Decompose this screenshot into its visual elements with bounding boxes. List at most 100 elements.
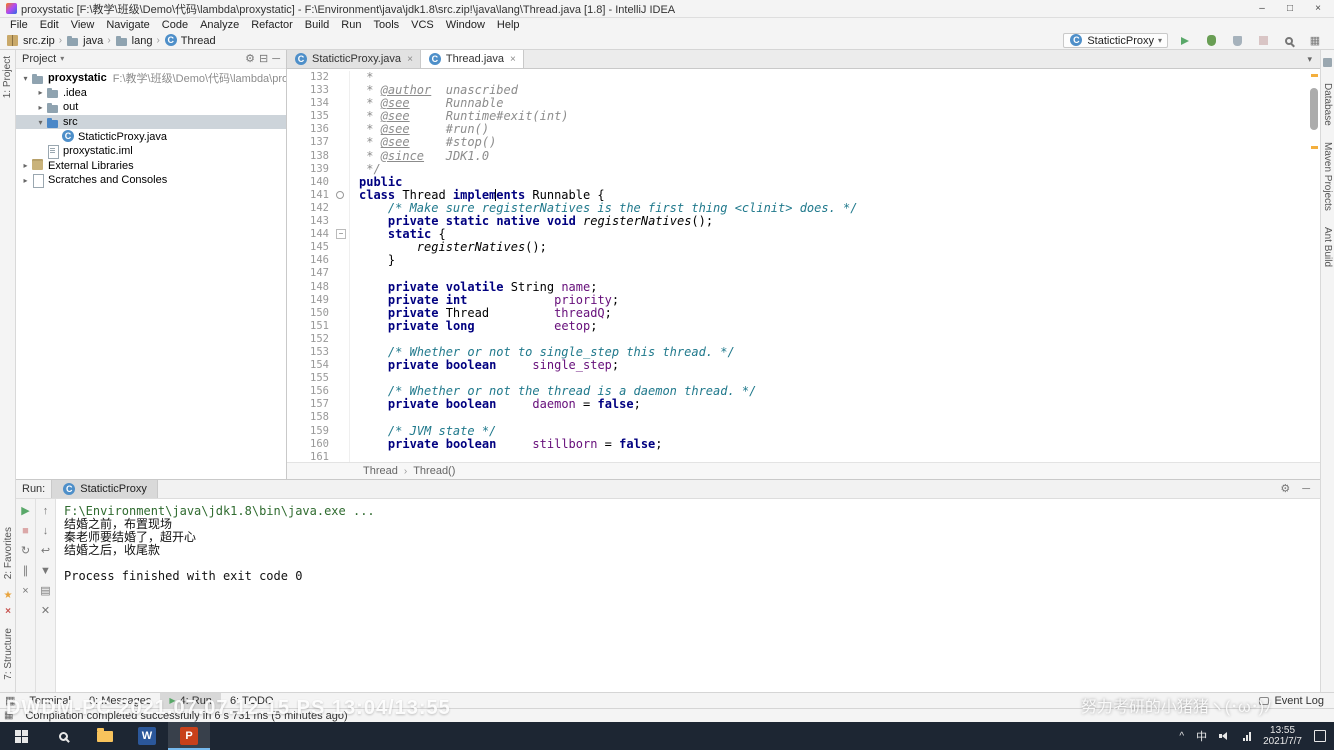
gutter-area[interactable] <box>333 306 350 320</box>
menu-vcs[interactable]: VCS <box>405 19 440 31</box>
gutter-area[interactable] <box>333 175 350 189</box>
stop-button[interactable]: ■ <box>19 524 33 538</box>
line-number[interactable]: 145 <box>287 241 333 254</box>
minimize-button[interactable]: – <box>1248 3 1276 14</box>
breadcrumb-item-thread[interactable]: Thread <box>164 34 216 47</box>
line-number[interactable]: 137 <box>287 136 333 149</box>
gutter-area[interactable] <box>333 188 350 202</box>
line-number[interactable]: 140 <box>287 176 333 189</box>
menu-code[interactable]: Code <box>156 19 194 31</box>
collapse-all-icon[interactable]: ⊟ <box>259 52 268 66</box>
line-number[interactable]: 150 <box>287 307 333 320</box>
line-number[interactable]: 159 <box>287 425 333 438</box>
menu-refactor[interactable]: Refactor <box>245 19 299 31</box>
line-number[interactable]: 151 <box>287 320 333 333</box>
tool-stripe-project[interactable]: 1: Project <box>2 56 13 98</box>
tree-arrow-icon[interactable]: ▸ <box>35 103 46 112</box>
gutter-area[interactable] <box>333 345 350 360</box>
hidden-icons-chevron[interactable]: ^ <box>1179 731 1184 742</box>
stop-button[interactable] <box>1254 33 1272 49</box>
pause-button[interactable]: ∥ <box>19 564 33 578</box>
editor[interactable]: StaticticProxy.java×Thread.java×▾ 132 *1… <box>287 50 1320 479</box>
implement-marker-icon[interactable] <box>336 190 344 199</box>
tree-item-idea[interactable]: ▸ .idea <box>16 86 286 101</box>
line-number[interactable]: 144 <box>287 228 333 241</box>
gutter-area[interactable] <box>333 97 350 111</box>
code-area[interactable]: 132 * 133 * @author unascribed 134 * @see … <box>287 69 1308 462</box>
tool-window-button-6-todo[interactable]: 6: TODO <box>221 693 283 708</box>
gutter-area[interactable] <box>333 437 350 451</box>
fold-icon[interactable]: − <box>336 229 346 240</box>
line-number[interactable]: 148 <box>287 281 333 294</box>
menu-view[interactable]: View <box>65 19 101 31</box>
line-number[interactable]: 142 <box>287 202 333 215</box>
gutter-area[interactable] <box>333 123 350 137</box>
gutter-area[interactable] <box>333 267 350 281</box>
maximize-button[interactable]: □ <box>1276 3 1304 14</box>
gutter-area[interactable] <box>333 398 350 412</box>
gutter-area[interactable] <box>333 359 350 373</box>
line-number[interactable]: 133 <box>287 84 333 97</box>
word-icon[interactable]: W <box>126 722 168 750</box>
tool-window-button-0-messages[interactable]: 0: Messages <box>80 693 160 708</box>
tab-overflow-icon[interactable]: ▾ <box>1299 50 1320 68</box>
gutter-area[interactable] <box>333 201 350 216</box>
breadcrumb-item-src-zip[interactable]: src.zip <box>6 34 55 47</box>
gutter-area[interactable] <box>333 280 350 294</box>
gutter-area[interactable] <box>333 332 350 346</box>
tree-arrow-icon[interactable]: ▾ <box>20 74 31 83</box>
search-button[interactable] <box>42 722 84 750</box>
line-number[interactable]: 146 <box>287 254 333 267</box>
tool-stripe-maven[interactable]: Maven Projects <box>1322 142 1333 211</box>
close-button[interactable]: × <box>19 584 33 598</box>
line-number[interactable]: 149 <box>287 294 333 307</box>
tool-window-button-terminal[interactable]: Terminal <box>20 693 80 708</box>
gutter-area[interactable] <box>333 136 350 150</box>
hide-panel-icon[interactable]: ─ <box>1302 482 1310 496</box>
line-number[interactable]: 156 <box>287 385 333 398</box>
console-output[interactable]: F:\Environment\java\jdk1.8\bin\java.exe … <box>56 499 1320 692</box>
run-config-select[interactable]: StaticticProxy ▾ <box>1063 33 1168 48</box>
start-button[interactable] <box>0 722 42 750</box>
breadcrumb-class[interactable]: Thread <box>363 465 398 477</box>
menu-window[interactable]: Window <box>440 19 491 31</box>
close-button[interactable]: × <box>1304 3 1332 14</box>
gutter-area[interactable]: − <box>333 228 350 242</box>
layout-button[interactable]: ▦ <box>1306 33 1324 49</box>
gutter-area[interactable] <box>333 149 350 163</box>
menu-help[interactable]: Help <box>491 19 526 31</box>
line-number[interactable]: 147 <box>287 267 333 280</box>
gutter-area[interactable] <box>333 411 350 425</box>
editor-tab-thread-java[interactable]: Thread.java × <box>420 50 524 68</box>
breadcrumb-item-java[interactable]: java <box>66 34 103 47</box>
ime-indicator[interactable]: 中 <box>1196 728 1207 744</box>
tool-stripe-ant[interactable]: Ant Build <box>1322 227 1333 267</box>
gutter-area[interactable] <box>333 241 350 255</box>
tree-item-proxystatic[interactable]: ▾ proxystatic F:\教学\班级\Demo\代码\lambda\prox… <box>16 71 286 86</box>
powerpoint-icon[interactable]: P <box>168 722 210 750</box>
taskbar-clock[interactable]: 13:55 2021/7/7 <box>1263 725 1302 747</box>
line-number[interactable]: 152 <box>287 333 333 346</box>
gutter-area[interactable] <box>333 385 350 399</box>
clear-all-button[interactable]: ✕ <box>39 604 53 618</box>
settings-gear-icon[interactable]: ⚙ <box>1280 482 1290 496</box>
hide-panel-icon[interactable]: ─ <box>272 52 280 66</box>
line-number[interactable]: 141 <box>287 189 333 202</box>
close-icon[interactable]: × <box>510 54 516 65</box>
print-button[interactable]: ▤ <box>39 584 53 598</box>
gutter-area[interactable] <box>333 84 350 98</box>
line-number[interactable]: 135 <box>287 110 333 123</box>
tree-item-proxystatic-iml[interactable]: proxystatic.iml <box>16 144 286 159</box>
editor-scrollbar-thumb[interactable] <box>1310 88 1318 130</box>
breadcrumb-item-lang[interactable]: lang <box>115 34 152 47</box>
line-number[interactable]: 161 <box>287 451 333 462</box>
file-explorer-icon[interactable] <box>84 722 126 750</box>
search-everywhere-button[interactable] <box>1280 33 1298 49</box>
gutter-area[interactable] <box>333 372 350 386</box>
breadcrumb-member[interactable]: Thread() <box>413 465 455 477</box>
line-number[interactable]: 143 <box>287 215 333 228</box>
tree-arrow-icon[interactable]: ▸ <box>20 176 31 185</box>
line-number[interactable]: 158 <box>287 411 333 424</box>
menu-run[interactable]: Run <box>335 19 367 31</box>
network-icon[interactable] <box>1243 731 1252 741</box>
